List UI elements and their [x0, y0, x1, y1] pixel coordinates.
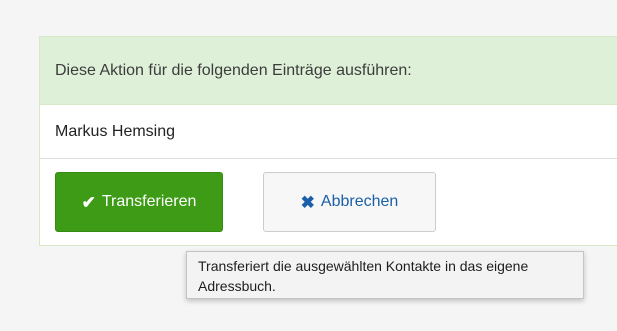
- action-panel: Diese Aktion für die folgenden Einträge …: [39, 36, 617, 246]
- cancel-button-label: Abbrechen: [320, 193, 399, 210]
- panel-heading-text: Diese Aktion für die folgenden Einträge …: [55, 61, 412, 79]
- tooltip: Transferiert die ausgewählten Kontakte i…: [186, 251, 584, 299]
- panel-footer: ✔ Transferieren ✖ Abbrechen: [40, 159, 617, 245]
- tooltip-text: Transferiert die ausgewählten Kontakte i…: [198, 258, 529, 294]
- contact-name: Markus Hemsing: [55, 122, 176, 140]
- checkmark-icon: ✔: [81, 192, 96, 212]
- transfer-button[interactable]: ✔ Transferieren: [55, 172, 223, 232]
- panel-heading: Diese Aktion für die folgenden Einträge …: [40, 37, 617, 105]
- list-item: Markus Hemsing: [40, 105, 617, 159]
- cancel-button[interactable]: ✖ Abbrechen: [263, 172, 436, 232]
- transfer-button-label: Transferieren: [101, 193, 197, 210]
- close-icon: ✖: [300, 192, 315, 212]
